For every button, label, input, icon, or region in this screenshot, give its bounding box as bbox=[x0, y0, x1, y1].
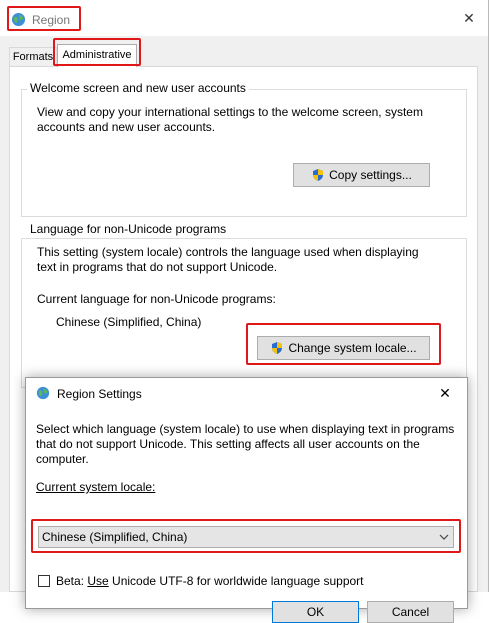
beta-utf8-checkbox[interactable] bbox=[38, 575, 50, 587]
beta-underlined: Use bbox=[87, 574, 109, 588]
dialog-desc-line1: Select which language (system locale) to… bbox=[36, 422, 455, 436]
non-unicode-group-title: Language for non-Unicode programs bbox=[27, 222, 230, 236]
dialog-body: Select which language (system locale) to… bbox=[26, 408, 467, 623]
non-unicode-desc-line2: text in programs that do not support Uni… bbox=[37, 260, 278, 274]
beta-prefix: Beta: bbox=[56, 574, 88, 588]
dialog-title: Region Settings bbox=[57, 387, 142, 401]
welcome-desc-line1: View and copy your international setting… bbox=[37, 105, 423, 119]
current-system-locale-label-text: Current system locale: bbox=[36, 480, 156, 494]
dialog-title-bar: Region Settings ✕ bbox=[26, 378, 467, 408]
current-system-locale-label: Current system locale: bbox=[36, 480, 155, 495]
current-language-value: Chinese (Simplified, China) bbox=[56, 315, 202, 329]
highlight-admin-tab bbox=[53, 38, 141, 66]
highlight-locale-select bbox=[31, 519, 461, 553]
highlight-title bbox=[7, 6, 81, 31]
tab-formats[interactable]: Formats bbox=[9, 47, 57, 66]
close-icon[interactable]: ✕ bbox=[461, 10, 477, 26]
copy-settings-button[interactable]: Copy settings... bbox=[293, 163, 430, 187]
dialog-desc-line3: computer. bbox=[36, 452, 89, 466]
welcome-group-title: Welcome screen and new user accounts bbox=[27, 81, 249, 95]
shield-icon bbox=[313, 169, 324, 181]
welcome-desc-line2: accounts and new user accounts. bbox=[37, 120, 216, 134]
dialog-desc-line2: that do not support Unicode. This settin… bbox=[36, 437, 420, 451]
ok-button[interactable]: OK bbox=[272, 601, 359, 623]
cancel-button[interactable]: Cancel bbox=[367, 601, 454, 623]
highlight-change-locale bbox=[246, 323, 441, 365]
close-icon[interactable]: ✕ bbox=[437, 385, 453, 401]
beta-utf8-label: Beta: Use Unicode UTF-8 for worldwide la… bbox=[56, 574, 364, 589]
globe-icon bbox=[36, 386, 50, 400]
non-unicode-desc-line1: This setting (system locale) controls th… bbox=[37, 245, 419, 259]
copy-settings-label: Copy settings... bbox=[329, 168, 412, 182]
current-language-label: Current language for non-Unicode program… bbox=[37, 292, 276, 306]
region-settings-dialog: Region Settings ✕ Select which language … bbox=[25, 377, 468, 623]
beta-rest: Unicode UTF-8 for worldwide language sup… bbox=[108, 574, 364, 588]
